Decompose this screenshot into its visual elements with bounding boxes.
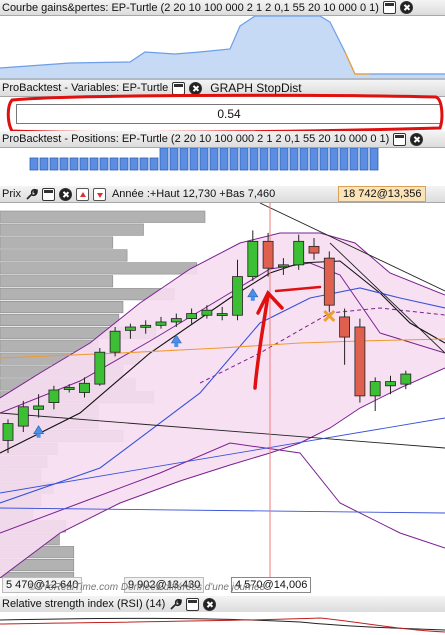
volume-profile-bar <box>0 249 128 262</box>
volume-profile-bar <box>0 275 114 288</box>
volume-profile-bar <box>0 236 114 249</box>
volume-profile-bar <box>0 223 144 236</box>
window-icon[interactable] <box>382 1 396 14</box>
window-icon[interactable] <box>393 132 407 146</box>
price-chart[interactable] <box>0 203 445 578</box>
buy-arrow-stem <box>250 296 255 301</box>
candle-body <box>125 326 136 331</box>
volume-profile-bar <box>0 262 198 275</box>
candle-body <box>400 373 412 385</box>
candle-body <box>63 387 75 390</box>
volume-profile-bar <box>0 210 206 223</box>
candle-body <box>79 382 90 393</box>
watermark: © ProRealTime.com Données différées d'un… <box>28 582 266 593</box>
close-icon[interactable] <box>399 1 413 14</box>
window-icon[interactable] <box>186 597 200 611</box>
gains-panel-title: Courbe gains&pertes: EP-Turtle (2 20 10 … <box>2 1 379 14</box>
candle-body <box>48 389 60 404</box>
candle-body <box>247 240 259 277</box>
candle-body <box>94 351 106 385</box>
candle-body <box>308 245 320 254</box>
candle-body <box>369 381 381 397</box>
candle-body <box>33 405 44 410</box>
candle-body <box>339 316 351 338</box>
candle-body <box>17 406 29 427</box>
rsi-panel-title: Relative strength index (RSI) (14) <box>2 598 166 610</box>
close-icon[interactable] <box>203 597 217 611</box>
arrow-up-icon[interactable] <box>75 187 89 201</box>
candle-body <box>277 264 289 268</box>
window-icon[interactable] <box>41 187 55 201</box>
wrench-icon[interactable] <box>169 598 183 611</box>
buy-arrow-stem <box>174 343 179 347</box>
positions-panel-header: ProBacktest - Positions: EP-Turtle (2 20… <box>0 131 445 148</box>
buy-arrow-stem <box>36 433 41 438</box>
candle-body <box>2 423 14 441</box>
price-range-info: Année :+Haut 12,730 +Bas 7,460 <box>111 188 276 200</box>
close-icon[interactable] <box>410 132 424 146</box>
candle-body <box>262 240 274 269</box>
candle-body <box>155 321 167 326</box>
candle-body <box>385 381 396 387</box>
rsi-panel-header: Relative strength index (RSI) (14) <box>0 596 445 613</box>
wrench-icon[interactable] <box>25 188 38 201</box>
volume-profile-bar <box>0 313 120 326</box>
candle-body <box>293 240 305 266</box>
positions-panel-title: ProBacktest - Positions: EP-Turtle (2 20… <box>2 133 390 145</box>
equity-curve-chart <box>0 16 445 80</box>
candle-body <box>232 276 243 316</box>
candle-body <box>186 313 198 319</box>
price-panel-title: Prix <box>2 188 21 200</box>
volume-profile-bar <box>0 301 124 314</box>
gains-panel-header: Courbe gains&pertes: EP-Turtle (2 20 10 … <box>0 0 445 16</box>
close-icon[interactable] <box>58 187 72 201</box>
rsi-chart <box>0 612 445 635</box>
candle-body <box>109 330 121 353</box>
last-price-tag: 18 742@13,356 <box>338 186 427 202</box>
candle-body <box>323 257 335 306</box>
arrow-down-icon[interactable] <box>92 187 106 201</box>
candle-body <box>216 313 228 316</box>
positions-bars <box>0 148 445 171</box>
candle-body <box>201 309 213 316</box>
candle-body <box>140 324 152 328</box>
candle-body <box>354 326 366 397</box>
candle-body <box>170 318 182 323</box>
